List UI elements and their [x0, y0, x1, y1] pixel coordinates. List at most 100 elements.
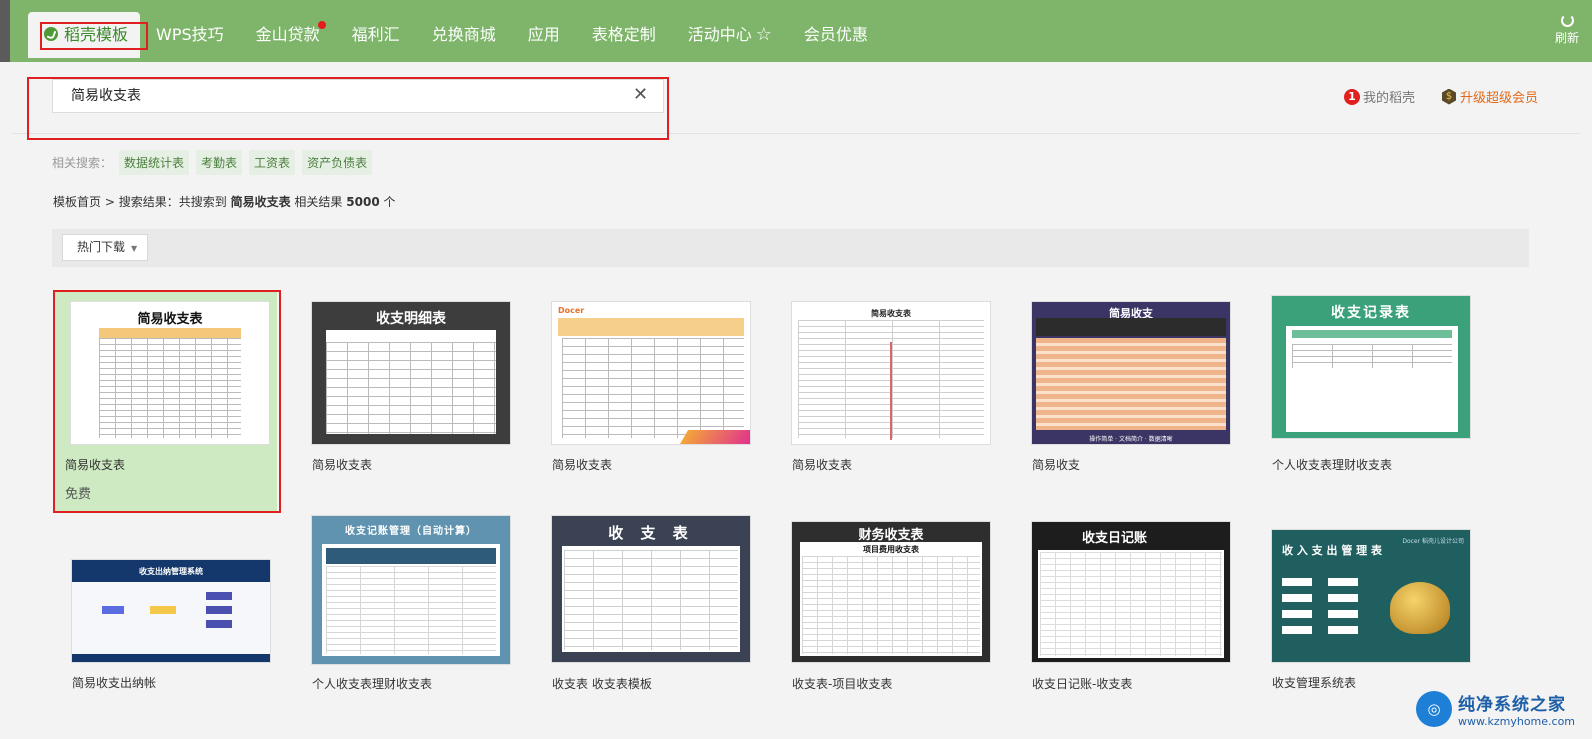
- template-title: 简易收支表: [65, 458, 126, 472]
- template-card[interactable]: 收支记录表 个人收支表理财收支表: [1272, 296, 1500, 473]
- refresh-button[interactable]: 刷新: [1552, 14, 1582, 46]
- breadcrumb-separator: >: [104, 195, 115, 209]
- thumb-title: 简易收支表: [871, 309, 911, 318]
- tab-wps-tips[interactable]: WPS技巧: [140, 12, 240, 58]
- tab-label: 金山贷款: [255, 25, 320, 44]
- highlight-outline: [27, 77, 669, 140]
- template-thumbnail: 收支记账管理（自动计算）: [312, 516, 510, 664]
- chevron-down-icon: ▼: [131, 244, 138, 253]
- template-card[interactable]: 收支明细表 简易收支表: [312, 302, 540, 473]
- thumb-node: [150, 606, 176, 614]
- tab-welfare[interactable]: 福利汇: [336, 12, 416, 58]
- breadcrumb-home[interactable]: 模板首页: [53, 195, 101, 209]
- template-thumbnail: 收 支 表: [552, 516, 750, 662]
- thumb-title: 收支出纳管理系统: [139, 567, 203, 576]
- related-tag[interactable]: 工资表: [249, 150, 296, 175]
- tab-docer-templates[interactable]: 稻壳模板: [28, 12, 148, 58]
- thumb-button: [1282, 578, 1312, 586]
- template-card[interactable]: 简易收支 操作简单 · 文档简介 · 数据清晰 简易收支: [1032, 302, 1260, 473]
- my-docer-link[interactable]: 1 我的稻壳: [1344, 87, 1415, 106]
- template-title: 简易收支表: [552, 458, 613, 472]
- thumb-grid: [1292, 344, 1452, 368]
- template-card[interactable]: 收支出纳管理系统 简易收支出纳帐: [72, 560, 300, 691]
- tab-activity-center[interactable]: 活动中心 ☆: [672, 12, 788, 58]
- thumb-footer-band: [72, 654, 270, 662]
- tab-exchange-mall[interactable]: 兑换商城: [416, 12, 512, 58]
- template-thumbnail: 财务收支表 项目费用收支表: [792, 522, 990, 662]
- tab-label: WPS技巧: [156, 25, 224, 44]
- tab-member-deals[interactable]: 会员优惠: [788, 12, 884, 58]
- filter-bar: 热门下载 ▼: [52, 229, 1529, 267]
- thumb-grid: [326, 566, 496, 654]
- result-unit: 个: [383, 195, 396, 209]
- breadcrumb-keyword: 简易收支表: [230, 195, 291, 209]
- template-thumbnail: 收支明细表: [312, 302, 510, 444]
- thumb-grid: [802, 556, 980, 654]
- thumb-divider: [890, 342, 892, 440]
- template-thumbnail: 收支日记账: [1032, 522, 1230, 662]
- sort-dropdown[interactable]: 热门下载 ▼: [62, 234, 149, 261]
- window-edge: [0, 0, 10, 62]
- coin-icon: $: [1442, 88, 1456, 105]
- watermark-en: www.kzmyhome.com: [1458, 715, 1576, 728]
- template-card[interactable]: 简易收支表 简易收支表 免费: [55, 292, 277, 511]
- tab-table-custom[interactable]: 表格定制: [576, 12, 672, 58]
- tab-label: 表格定制: [591, 25, 656, 44]
- template-title: 个人收支表理财收支表: [312, 677, 433, 691]
- tab-apps[interactable]: 应用: [512, 12, 576, 58]
- thumb-grid: [562, 338, 744, 438]
- upgrade-label: 升级超级会员: [1460, 91, 1539, 106]
- tab-label: 会员优惠: [803, 25, 868, 44]
- template-price: 免费: [65, 487, 92, 502]
- upgrade-member-link[interactable]: $ 升级超级会员: [1442, 87, 1538, 106]
- related-searches: 相关搜索： 数据统计表 考勤表 工资表 资产负债表: [52, 150, 373, 175]
- template-thumbnail: 收支记录表: [1272, 296, 1470, 438]
- thumb-title: 简易收支表: [137, 312, 203, 327]
- template-thumbnail: 简易收支表: [792, 302, 990, 444]
- thumb-title: 收 入 支 出 管 理 表: [1282, 544, 1382, 557]
- thumb-node: [206, 592, 232, 600]
- related-tag[interactable]: 考勤表: [196, 150, 243, 175]
- thumb-button: [1328, 610, 1358, 618]
- thumb-header-band: [99, 328, 241, 338]
- thumb-brand: Docer 稻壳儿设计公司: [1402, 538, 1464, 545]
- template-title: 个人收支表理财收支表: [1272, 458, 1393, 472]
- thumb-title: 财务收支表: [858, 528, 924, 543]
- template-card[interactable]: 收支日记账 收支日记账-收支表: [1032, 522, 1260, 692]
- thumb-button: [1328, 626, 1358, 634]
- thumb-title: 收支记录表: [1331, 305, 1411, 321]
- refresh-label: 刷新: [1554, 31, 1579, 45]
- watermark-cn: 纯净系统之家: [1458, 695, 1566, 715]
- related-tag[interactable]: 数据统计表: [119, 150, 190, 175]
- thumb-button: [1328, 578, 1358, 586]
- template-card[interactable]: 收 入 支 出 管 理 表 Docer 稻壳儿设计公司 收支管理系统表: [1272, 530, 1500, 691]
- template-thumbnail: 收支出纳管理系统: [72, 560, 270, 662]
- thumb-grid: [1040, 552, 1222, 656]
- highlight-outline: [40, 22, 148, 50]
- thumb-rows: [1036, 338, 1226, 430]
- template-thumbnail: 简易收支表: [71, 302, 269, 444]
- thumb-title: 收支记账管理（自动计算）: [345, 526, 477, 537]
- thumb-header-band: [558, 318, 744, 336]
- thumb-button: [1328, 594, 1358, 602]
- related-tag[interactable]: 资产负债表: [302, 150, 373, 175]
- template-card[interactable]: 简易收支表 简易收支表: [792, 302, 1020, 473]
- template-card[interactable]: 财务收支表 项目费用收支表 收支表-项目收支表: [792, 522, 1020, 692]
- template-card[interactable]: 收 支 表 收支表 收支表模板: [552, 516, 780, 692]
- tab-loan[interactable]: 金山贷款: [240, 12, 336, 58]
- thumb-header-band: [1292, 330, 1452, 338]
- sort-label: 热门下载: [77, 240, 126, 254]
- tab-label: 应用: [527, 25, 560, 44]
- template-card[interactable]: 收支记账管理（自动计算） 个人收支表理财收支表: [312, 516, 540, 692]
- main-nav: 稻壳模板 WPS技巧 金山贷款 福利汇 兑换商城 应用 表格定制 活动中心 ☆ 会…: [28, 12, 884, 62]
- thumb-title: 收支日记账: [1082, 531, 1148, 546]
- template-title: 简易收支表: [792, 458, 853, 472]
- thumb-sheet: [1286, 326, 1458, 432]
- template-card[interactable]: Docer 简易收支表: [552, 302, 780, 473]
- template-title: 简易收支出纳帐: [72, 676, 157, 690]
- template-title: 收支表 收支表模板: [552, 677, 652, 691]
- tab-label: 福利汇: [351, 25, 400, 44]
- watermark-text: 纯净系统之家 www.kzmyhome.com: [1458, 690, 1575, 728]
- thumb-node: [206, 620, 232, 628]
- thumb-button: [1282, 610, 1312, 618]
